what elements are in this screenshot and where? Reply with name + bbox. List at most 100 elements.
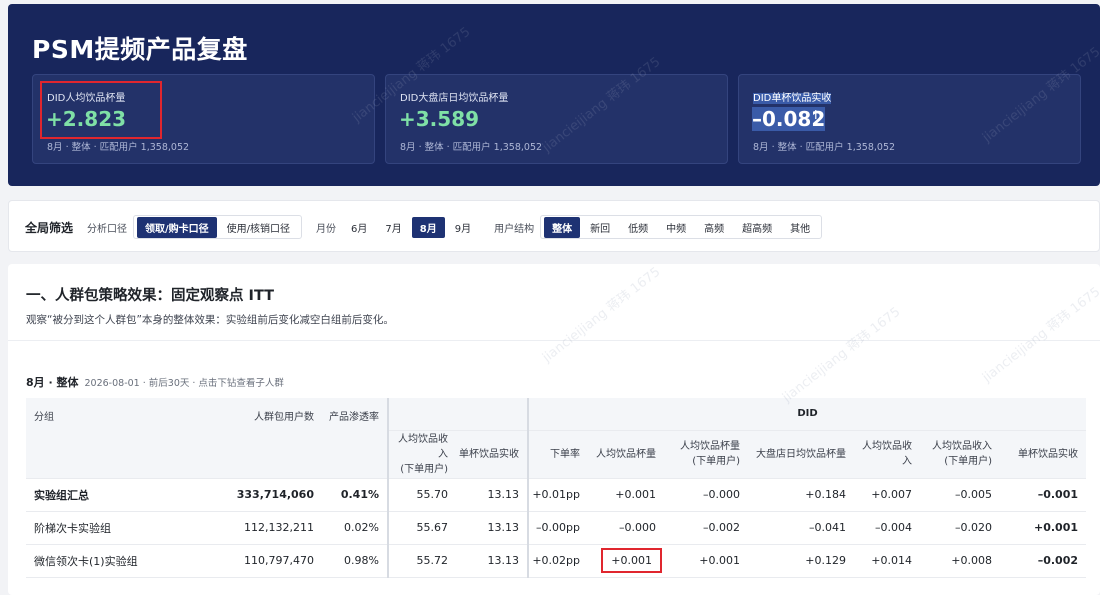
table-row[interactable]: 微信领次卡(1)实验组 110,797,470 0.98% 55.72 13.1… [26, 544, 1086, 578]
metric-value: +3.589 [399, 107, 480, 131]
cell-did-4: –0.041 [748, 511, 854, 545]
cell-did-1: +0.01pp [528, 478, 588, 512]
page: PSM提频产品复盘 DID人均饮品杯量 +2.823 8月 · 整体 · 匹配用… [0, 0, 1100, 595]
cell-did-6: –0.005 [920, 478, 1000, 512]
global-filter-bar: 全局筛选 分析口径 领取/购卡口径 使用/核销口径 月份 6月 7月 8月 9月… [8, 200, 1100, 252]
cell-users: 110,797,470 [226, 544, 322, 578]
metric-subtext: 8月 · 整体 · 匹配用户 1,358,052 [47, 142, 190, 153]
col-header-did-unit-revenue[interactable]: 单杯饮品实收 [1000, 430, 1086, 479]
red-highlight-box: +0.001 [601, 548, 662, 573]
cell-did-3: –0.000 [664, 478, 748, 512]
structure-option-mid[interactable]: 中频 [658, 217, 694, 238]
itt-section: 一、人群包策略效果：固定观察点 ITT 观察“被分到这个人群包”本身的整体效果：… [8, 264, 1100, 595]
col-header-did-cups[interactable]: 人均饮品杯量 [588, 430, 664, 479]
metric-subtext: 8月 · 整体 · 匹配用户 1,358,052 [753, 142, 896, 153]
cell-did-1: +0.02pp [528, 544, 588, 578]
cell-did-7: –0.001 [1000, 478, 1086, 512]
filter-title: 全局筛选 [25, 220, 74, 235]
structure-option-super-high[interactable]: 超高频 [734, 217, 780, 238]
page-title: PSM提频产品复盘 [32, 35, 248, 64]
cell-rev: 55.67 [388, 511, 456, 545]
divider [8, 340, 1100, 341]
cell-did-6: –0.020 [920, 511, 1000, 545]
cell-did-1: –0.00pp [528, 511, 588, 545]
cell-did-7: –0.002 [1000, 544, 1086, 578]
cell-rev: 55.70 [388, 478, 456, 512]
structure-option-high[interactable]: 高频 [696, 217, 732, 238]
cell-rev: 55.72 [388, 544, 456, 578]
watermark: jiancieijiang 蒋玮 1675 [779, 304, 904, 406]
metric-card-did-store-cups[interactable]: DID大盘店日均饮品杯量 +3.589 8月 · 整体 · 匹配用户 1,358… [385, 74, 728, 164]
month-option-8[interactable]: 8月 [411, 216, 445, 238]
subtitle-period: 8月 · 整体 [26, 376, 79, 389]
cell-users: 112,132,211 [226, 511, 322, 545]
cell-did-4: +0.129 [748, 544, 854, 578]
col-header-did-cups-buyer[interactable]: 人均饮品杯量 (下单用户) [664, 430, 748, 479]
col-header-did: DID [528, 398, 1086, 431]
cell-penetration: 0.41% [322, 478, 389, 512]
cell-unit: 13.13 [456, 544, 529, 578]
subtitle-meta: 2026-08-01 · 前后30天 · 点击下钻查看子人群 [84, 378, 284, 389]
col-header-did-store-cups[interactable]: 大盘店日均饮品杯量 [748, 430, 854, 479]
structure-option-other[interactable]: 其他 [782, 217, 818, 238]
month-label: 月份 [316, 223, 337, 235]
structure-option-new[interactable]: 新回 [582, 217, 618, 238]
cell-penetration: 0.02% [322, 511, 389, 545]
results-table-container[interactable]: 分组 人群包用户数 产品渗透率 DID 人均饮品收入 (下单用户) 单杯饮品实收 … [26, 398, 1086, 595]
analysis-option-use[interactable]: 使用/核销口径 [219, 217, 298, 238]
cell-group: 微信领次卡(1)实验组 [26, 544, 226, 578]
metric-card-did-unit-revenue[interactable]: DID单杯饮品实收 –0.082 8月 · 整体 · 匹配用户 1,358,05… [738, 74, 1081, 164]
cell-did-3: –0.002 [664, 511, 748, 545]
cell-did-6: +0.008 [920, 544, 1000, 578]
section-description: 观察“被分到这个人群包”本身的整体效果：实验组前后变化减空白组前后变化。 [26, 314, 394, 326]
month-option-7[interactable]: 7月 [377, 217, 409, 238]
cell-did-2: +0.001 [588, 478, 664, 512]
cell-users: 333,714,060 [226, 478, 322, 512]
cell-did-2-highlighted: +0.001 [588, 544, 664, 578]
metric-subtext: 8月 · 整体 · 匹配用户 1,358,052 [400, 142, 543, 153]
col-header-penetration[interactable]: 产品渗透率 [322, 398, 389, 479]
col-header-baseline-group [388, 398, 529, 431]
col-header-did-revenue-buyer[interactable]: 人均饮品收入 (下单用户) [920, 430, 1000, 479]
cell-did-5: +0.014 [854, 544, 920, 578]
table-row[interactable]: 阶梯次卡实验组 112,132,211 0.02% 55.67 13.13 –0… [26, 511, 1086, 545]
month-option-9[interactable]: 9月 [447, 217, 479, 238]
dashboard-header: PSM提频产品复盘 DID人均饮品杯量 +2.823 8月 · 整体 · 匹配用… [8, 4, 1100, 186]
red-highlight-box [40, 81, 162, 139]
cell-did-5: +0.007 [854, 478, 920, 512]
cell-did-3: +0.001 [664, 544, 748, 578]
cell-did-4: +0.184 [748, 478, 854, 512]
month-toggle: 6月 7月 8月 9月 [342, 215, 480, 239]
watermark: jiancieijiang 蒋玮 1675 [539, 264, 664, 366]
analysis-label: 分析口径 [87, 223, 128, 235]
col-header-group[interactable]: 分组 [26, 398, 226, 479]
metric-card-did-cups[interactable]: DID人均饮品杯量 +2.823 8月 · 整体 · 匹配用户 1,358,05… [32, 74, 375, 164]
structure-option-low[interactable]: 低频 [620, 217, 656, 238]
structure-option-all[interactable]: 整体 [544, 216, 581, 238]
cell-did-5: –0.004 [854, 511, 920, 545]
structure-toggle: 整体 新回 低频 中频 高频 超高频 其他 [540, 215, 823, 239]
watermark: jiancieijiang 蒋玮 1675 [979, 284, 1100, 386]
col-header-did-revenue[interactable]: 人均饮品收入 [854, 430, 920, 479]
analysis-option-claim[interactable]: 领取/购卡口径 [137, 216, 217, 238]
col-header-did-order-rate[interactable]: 下单率 [528, 430, 588, 479]
col-header-rev-per-buyer[interactable]: 人均饮品收入 (下单用户) [388, 430, 456, 479]
section-title: 一、人群包策略效果：固定观察点 ITT [26, 288, 275, 304]
cell-group: 实验组汇总 [26, 478, 226, 512]
month-option-6[interactable]: 6月 [343, 217, 375, 238]
cell-group: 阶梯次卡实验组 [26, 511, 226, 545]
cell-did-7: +0.001 [1000, 511, 1086, 545]
text-cursor-icon: I [814, 108, 818, 122]
cell-unit: 13.13 [456, 511, 529, 545]
cell-did-2: –0.000 [588, 511, 664, 545]
col-header-users[interactable]: 人群包用户数 [226, 398, 322, 479]
metric-label: DID大盘店日均饮品杯量 [400, 93, 509, 104]
results-table: 分组 人群包用户数 产品渗透率 DID 人均饮品收入 (下单用户) 单杯饮品实收 … [26, 398, 1086, 578]
table-row[interactable]: 实验组汇总 333,714,060 0.41% 55.70 13.13 +0.0… [26, 478, 1086, 512]
col-header-unit-revenue[interactable]: 单杯饮品实收 [456, 430, 529, 479]
cell-unit: 13.13 [456, 478, 529, 512]
cell-penetration: 0.98% [322, 544, 389, 578]
table-subtitle: 8月 · 整体 2026-08-01 · 前后30天 · 点击下钻查看子人群 [26, 374, 284, 390]
analysis-toggle: 领取/购卡口径 使用/核销口径 [133, 215, 303, 239]
structure-label: 用户结构 [494, 223, 535, 235]
